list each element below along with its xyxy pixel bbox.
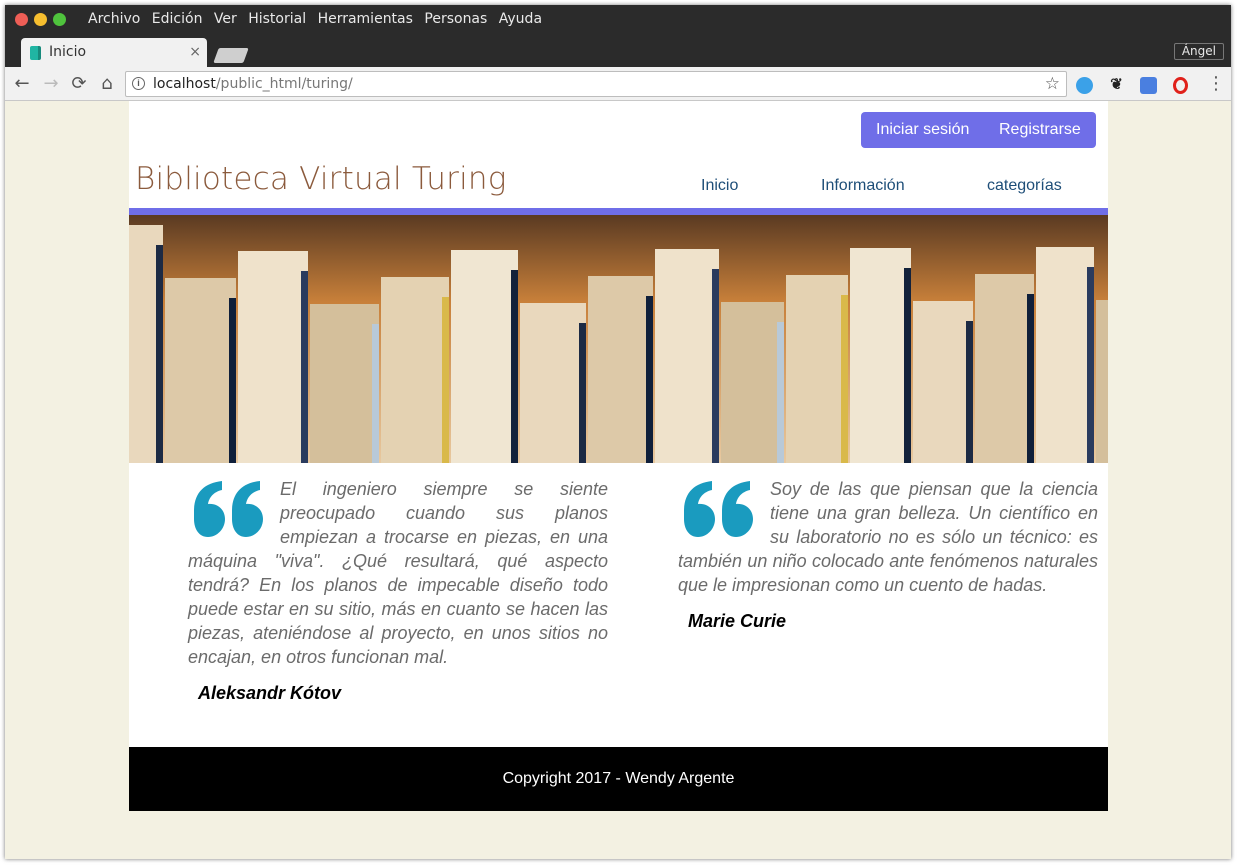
- hero-accent-bar: [129, 208, 1108, 215]
- register-button[interactable]: Registrarse: [999, 121, 1081, 139]
- book-spine: [1027, 294, 1034, 463]
- book-favicon-icon: [30, 46, 41, 60]
- site-title: Biblioteca Virtual Turing: [135, 161, 507, 197]
- book-pages: [850, 248, 911, 463]
- book-spine: [646, 296, 653, 463]
- login-button[interactable]: Iniciar sesión: [876, 121, 969, 139]
- nav-link-inicio[interactable]: Inicio: [701, 177, 738, 195]
- extension-opera-icon[interactable]: [1173, 77, 1188, 94]
- back-arrow-icon[interactable]: ←: [10, 72, 34, 96]
- quote-body: Soy de las que piensan que la ciencia ti…: [678, 477, 1098, 597]
- extension-bird-icon[interactable]: [1076, 77, 1093, 94]
- menu-bar: Archivo Edición Ver Historial Herramient…: [5, 5, 1231, 35]
- web-page: Iniciar sesión Registrarse Biblioteca Vi…: [129, 101, 1108, 811]
- maximize-window-icon[interactable]: [53, 13, 66, 26]
- footer: Copyright 2017 - Wendy Argente: [129, 747, 1108, 811]
- minimize-window-icon[interactable]: [34, 13, 47, 26]
- footer-copyright: Copyright 2017 - Wendy Argente: [502, 770, 735, 787]
- url-path: /public_html/turing/: [215, 76, 353, 92]
- book-spine: [579, 323, 586, 463]
- quote-card: Soy de las que piensan que la ciencia ti…: [678, 477, 1098, 632]
- browser-toolbar: ← → ⟳ ⌂ i localhost/public_html/turing/ …: [5, 67, 1231, 101]
- book-pages: [1036, 247, 1094, 463]
- quote-card: El ingeniero siempre se siente preocupad…: [188, 477, 608, 704]
- new-tab-button[interactable]: [213, 48, 249, 63]
- extension-translate-icon[interactable]: [1140, 77, 1157, 94]
- auth-buttons: Iniciar sesión Registrarse: [861, 112, 1096, 148]
- info-icon[interactable]: i: [132, 77, 145, 90]
- address-bar[interactable]: i localhost/public_html/turing/ ☆: [125, 71, 1067, 97]
- bookshelf-hero-image: [129, 215, 1108, 463]
- book-pages: [381, 277, 449, 463]
- menu-edicion[interactable]: Edición: [152, 11, 203, 27]
- book-spine: [1087, 267, 1094, 463]
- book-spine: [372, 324, 379, 463]
- tab-title: Inicio: [49, 44, 87, 60]
- menu-historial[interactable]: Historial: [248, 11, 306, 27]
- quote-body: El ingeniero siempre se siente preocupad…: [188, 477, 608, 669]
- book-pages: [588, 276, 653, 463]
- book-spine: [904, 268, 911, 463]
- menu-icon[interactable]: ⋮: [1207, 73, 1225, 94]
- book-pages: [975, 274, 1034, 463]
- menu-items: Archivo Edición Ver Historial Herramient…: [88, 11, 549, 27]
- book-pages: [786, 275, 848, 463]
- star-icon[interactable]: ☆: [1045, 74, 1060, 94]
- home-icon[interactable]: ⌂: [95, 72, 119, 96]
- book-spine: [301, 271, 308, 463]
- url-text[interactable]: localhost/public_html/turing/: [153, 76, 353, 92]
- quote-author: Aleksandr Kótov: [198, 683, 342, 703]
- menu-archivo[interactable]: Archivo: [88, 11, 140, 27]
- book-pages: [655, 249, 719, 463]
- book-spine: [442, 297, 449, 463]
- nav-link-categorias[interactable]: categorías: [987, 177, 1062, 195]
- forward-arrow-icon[interactable]: →: [39, 72, 63, 96]
- book-pages: [451, 250, 518, 463]
- extension-gnome-icon[interactable]: ❦: [1108, 75, 1125, 93]
- book-pages: [913, 301, 973, 463]
- book-spine: [712, 269, 719, 463]
- profile-button[interactable]: Ángel: [1173, 43, 1224, 60]
- book-pages: [721, 302, 784, 463]
- book-pages: [520, 303, 586, 463]
- book-spine: [511, 270, 518, 463]
- menu-ayuda[interactable]: Ayuda: [499, 11, 542, 27]
- menu-herramientas[interactable]: Herramientas: [318, 11, 413, 27]
- quote-mark-icon: [684, 481, 753, 537]
- menu-ver[interactable]: Ver: [214, 11, 237, 27]
- nav-link-informacion[interactable]: Información: [821, 177, 905, 195]
- book-pages: [165, 278, 236, 463]
- book-spine: [841, 295, 848, 463]
- book-pages: [1096, 300, 1108, 463]
- tab-strip: Inicio × Ángel: [5, 35, 1231, 67]
- quote-author: Marie Curie: [688, 611, 787, 631]
- book-pages: [238, 251, 308, 463]
- book-spine: [966, 321, 973, 463]
- book-spine: [156, 245, 163, 463]
- menu-personas[interactable]: Personas: [424, 11, 487, 27]
- close-window-icon[interactable]: [15, 13, 28, 26]
- reload-icon[interactable]: ⟳: [67, 72, 91, 96]
- tab-close-icon[interactable]: ×: [189, 44, 201, 60]
- book-spine: [777, 322, 784, 463]
- url-host: localhost: [153, 76, 216, 92]
- quote-mark-icon: [194, 481, 263, 537]
- tab-inicio[interactable]: Inicio ×: [21, 38, 207, 67]
- book-spine: [229, 298, 236, 463]
- browser-window: Archivo Edición Ver Historial Herramient…: [5, 5, 1231, 859]
- book-pages: [310, 304, 379, 463]
